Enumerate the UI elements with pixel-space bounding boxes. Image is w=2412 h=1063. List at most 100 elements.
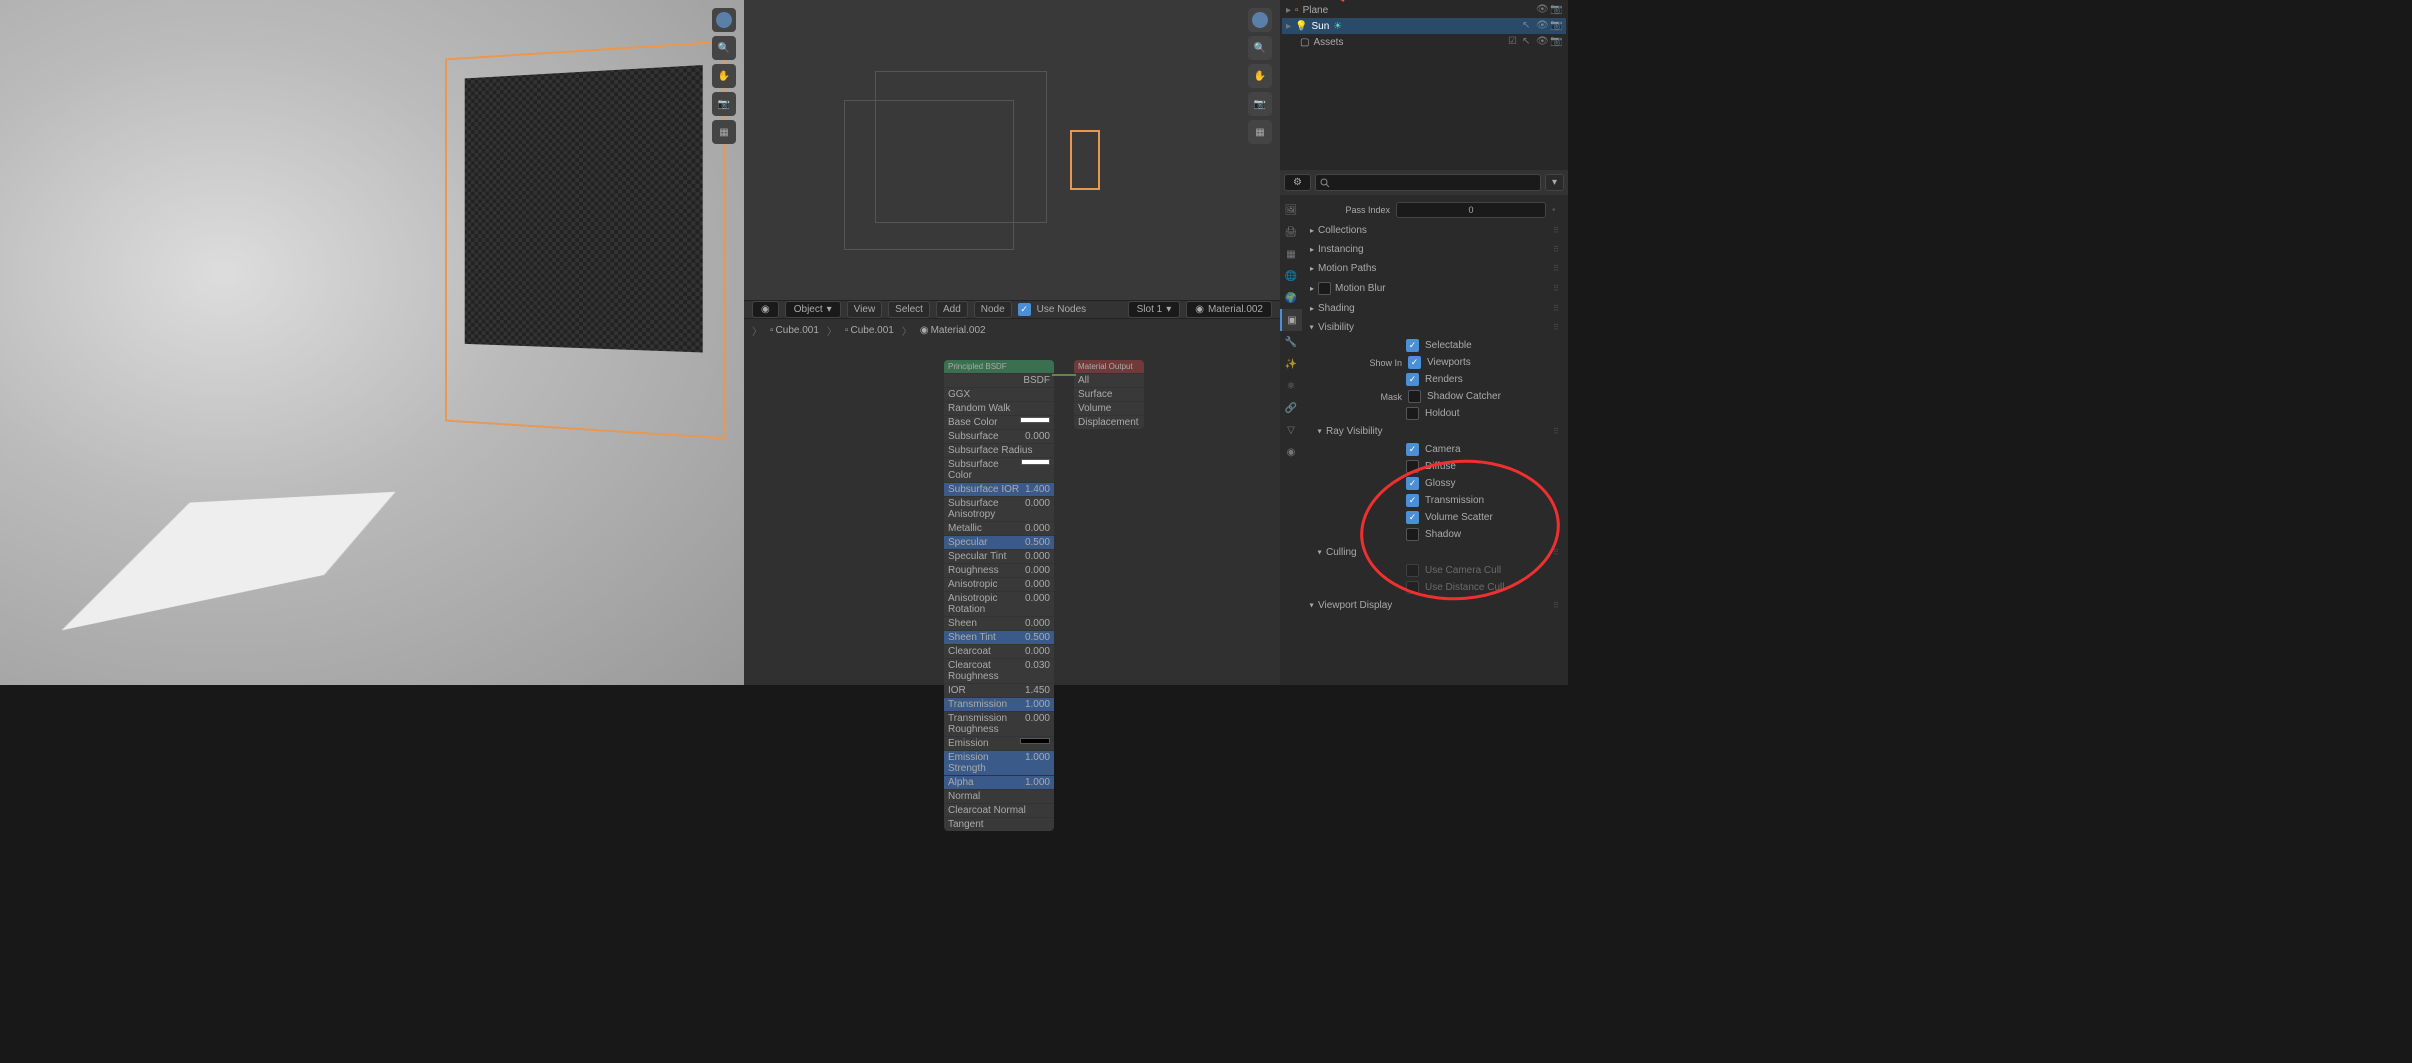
node-socket-row[interactable]: Normal: [944, 789, 1054, 803]
distance-cull-checkbox[interactable]: [1406, 581, 1419, 594]
tab-object[interactable]: ▣: [1280, 309, 1302, 331]
node-socket-row[interactable]: Subsurface Color: [944, 457, 1054, 482]
ortho-icon[interactable]: ▦: [712, 120, 736, 144]
node-socket-row[interactable]: Specular Tint0.000: [944, 549, 1054, 563]
node-socket-row[interactable]: Roughness0.000: [944, 563, 1054, 577]
outliner[interactable]: ▸▫Plane 👁📷 ▸💡Sun☀ ↖👁📷 ▢Assets ☑↖👁📷: [1280, 0, 1568, 50]
pan-icon[interactable]: ✋: [1248, 64, 1272, 88]
node-socket-row[interactable]: Subsurface0.000: [944, 429, 1054, 443]
eye-icon[interactable]: 👁: [1536, 20, 1548, 32]
panel-motion-paths[interactable]: ▸Motion Paths⠿: [1306, 259, 1564, 278]
node-socket-row[interactable]: IOR1.450: [944, 683, 1054, 697]
motion-blur-checkbox[interactable]: [1318, 282, 1331, 295]
editor-type-dropdown[interactable]: ◉: [752, 301, 779, 318]
node-socket-row[interactable]: Alpha1.000: [944, 775, 1054, 789]
volume-scatter-checkbox[interactable]: ✓: [1406, 511, 1419, 524]
node-socket-row[interactable]: Anisotropic0.000: [944, 577, 1054, 591]
node-socket-row[interactable]: Transmission1.000: [944, 697, 1054, 711]
breadcrumb-object[interactable]: ▫ Cube.001: [766, 323, 823, 338]
tab-world[interactable]: 🌍: [1280, 287, 1302, 309]
node-socket-row[interactable]: Tangent: [944, 817, 1054, 831]
node-socket-row[interactable]: Subsurface Radius: [944, 443, 1054, 457]
options-dropdown[interactable]: ▾: [1545, 174, 1564, 191]
outliner-item-plane[interactable]: ▸▫Plane 👁📷: [1282, 2, 1566, 18]
panel-motion-blur[interactable]: ▸Motion Blur⠿: [1306, 278, 1564, 299]
transmission-checkbox[interactable]: ✓: [1406, 494, 1419, 507]
panel-instancing[interactable]: ▸Instancing⠿: [1306, 240, 1564, 259]
menu-node[interactable]: Node: [974, 301, 1012, 318]
props-editor-dropdown[interactable]: ⚙: [1284, 174, 1311, 191]
panel-visibility[interactable]: ▸Visibility⠿: [1306, 318, 1564, 337]
breadcrumb-mesh[interactable]: ▫ Cube.001: [841, 323, 898, 338]
arrow-icon[interactable]: ↖: [1522, 36, 1534, 48]
check-icon[interactable]: ☑: [1508, 36, 1520, 48]
node-socket-row[interactable]: Anisotropic Rotation0.000: [944, 591, 1054, 616]
arrow-icon[interactable]: ↖: [1522, 20, 1534, 32]
node-socket-row[interactable]: Clearcoat0.000: [944, 644, 1054, 658]
node-socket-row[interactable]: Sheen0.000: [944, 616, 1054, 630]
render-icon[interactable]: 📷: [1550, 20, 1562, 32]
tab-data[interactable]: ▽: [1280, 419, 1302, 441]
panel-collections[interactable]: ▸Collections⠿: [1306, 221, 1564, 240]
panel-viewport-display[interactable]: ▸Viewport Display⠿: [1306, 596, 1564, 615]
breadcrumb-material[interactable]: ◉ Material.002: [916, 323, 990, 338]
node-socket-row[interactable]: Transmission Roughness0.000: [944, 711, 1054, 736]
node-socket-row[interactable]: Clearcoat Normal: [944, 803, 1054, 817]
shader-type-dropdown[interactable]: Object ▾: [785, 301, 841, 318]
node-socket-row[interactable]: Metallic0.000: [944, 521, 1054, 535]
principled-bsdf-node[interactable]: Principled BSDF BSDF GGX Random Walk Bas…: [944, 360, 1054, 831]
node-socket-row[interactable]: Emission Strength1.000: [944, 750, 1054, 775]
glossy-checkbox[interactable]: ✓: [1406, 477, 1419, 490]
node-socket-row[interactable]: Clearcoat Roughness0.030: [944, 658, 1054, 683]
nav-gizmo[interactable]: [1248, 8, 1272, 32]
rendered-viewport[interactable]: 🔍 ✋ 📷 ▦: [0, 0, 744, 685]
tab-material[interactable]: ◉: [1280, 441, 1302, 463]
diffuse-checkbox[interactable]: [1406, 460, 1419, 473]
node-graph-area[interactable]: Principled BSDF BSDF GGX Random Walk Bas…: [744, 340, 1280, 685]
menu-add[interactable]: Add: [936, 301, 968, 318]
use-nodes-checkbox[interactable]: ✓: [1018, 303, 1031, 316]
zoom-icon[interactable]: 🔍: [1248, 36, 1272, 60]
holdout-checkbox[interactable]: [1406, 407, 1419, 420]
shadow-checkbox[interactable]: [1406, 528, 1419, 541]
material-dropdown[interactable]: ◉ Material.002: [1186, 301, 1272, 318]
tab-viewlayer[interactable]: ▦: [1280, 243, 1302, 265]
tab-output[interactable]: 🖨: [1280, 221, 1302, 243]
tab-particles[interactable]: ✨: [1280, 353, 1302, 375]
ortho-icon[interactable]: ▦: [1248, 120, 1272, 144]
camera-icon[interactable]: 📷: [712, 92, 736, 116]
slot-dropdown[interactable]: Slot 1 ▾: [1128, 301, 1181, 318]
eye-icon[interactable]: 👁: [1536, 36, 1548, 48]
node-socket-row[interactable]: Emission: [944, 736, 1054, 750]
tab-physics[interactable]: ⚛: [1280, 375, 1302, 397]
camera-icon[interactable]: 📷: [1248, 92, 1272, 116]
material-output-node[interactable]: Material Output All Surface Volume Displ…: [1074, 360, 1144, 429]
node-socket-row[interactable]: Subsurface IOR1.400: [944, 482, 1054, 496]
node-socket-row[interactable]: Subsurface Anisotropy0.000: [944, 496, 1054, 521]
node-socket-row[interactable]: Base Color: [944, 415, 1054, 429]
outliner-item-assets[interactable]: ▢Assets ☑↖👁📷: [1282, 34, 1566, 50]
viewports-checkbox[interactable]: ✓: [1408, 356, 1421, 369]
tab-modifiers[interactable]: 🔧: [1280, 331, 1302, 353]
node-socket-row[interactable]: Specular0.500: [944, 535, 1054, 549]
camera-checkbox[interactable]: ✓: [1406, 443, 1419, 456]
zoom-icon[interactable]: 🔍: [712, 36, 736, 60]
node-socket-row[interactable]: Sheen Tint0.500: [944, 630, 1054, 644]
wireframe-viewport[interactable]: 🔍 ✋ 📷 ▦: [744, 0, 1280, 300]
eye-icon[interactable]: 👁: [1536, 4, 1548, 16]
pass-index-field[interactable]: 0: [1396, 202, 1546, 218]
render-icon[interactable]: 📷: [1550, 4, 1562, 16]
camera-cull-checkbox[interactable]: [1406, 564, 1419, 577]
render-icon[interactable]: 📷: [1550, 36, 1562, 48]
selectable-checkbox[interactable]: ✓: [1406, 339, 1419, 352]
pan-icon[interactable]: ✋: [712, 64, 736, 88]
tab-constraints[interactable]: 🔗: [1280, 397, 1302, 419]
panel-shading[interactable]: ▸Shading⠿: [1306, 299, 1564, 318]
panel-ray-visibility[interactable]: ▸Ray Visibility⠿: [1306, 422, 1564, 441]
outliner-item-sun[interactable]: ▸💡Sun☀ ↖👁📷: [1282, 18, 1566, 34]
panel-culling[interactable]: ▸Culling⠿: [1306, 543, 1564, 562]
properties-search[interactable]: [1315, 174, 1541, 191]
renders-checkbox[interactable]: ✓: [1406, 373, 1419, 386]
tab-render[interactable]: 🖼: [1280, 199, 1302, 221]
tab-scene[interactable]: 🌐: [1280, 265, 1302, 287]
